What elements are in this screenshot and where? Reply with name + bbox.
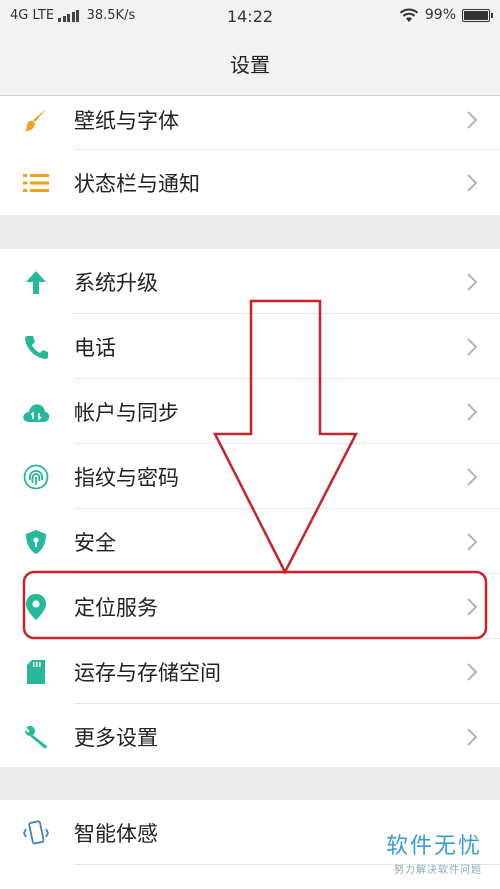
settings-item-label: 壁纸与字体 (74, 108, 179, 133)
status-bar: 4G LTE 38.5K/s 14:22 99% (0, 0, 500, 34)
arrow-up-icon (22, 268, 50, 296)
settings-item-label: 指纹与密码 (74, 465, 179, 490)
watermark-title: 软件无忧 (385, 834, 482, 859)
battery-icon (462, 8, 493, 22)
settings-group-display: 壁纸与字体 状态栏与通知 (0, 96, 500, 215)
settings-item-label: 运存与存储空间 (74, 660, 221, 685)
chevron-right-icon (467, 597, 478, 616)
chevron-right-icon (467, 532, 478, 551)
settings-item-statusbar-notification[interactable]: 状态栏与通知 (0, 150, 500, 215)
settings-item-label: 帐户与同步 (74, 400, 179, 425)
settings-item-label: 定位服务 (74, 595, 158, 620)
chevron-right-icon (467, 727, 478, 746)
chevron-right-icon (467, 467, 478, 486)
settings-item-label: 智能体感 (74, 821, 158, 846)
settings-item-location-service[interactable]: 定位服务 (0, 574, 500, 639)
chevron-right-icon (467, 402, 478, 421)
cloud-sync-icon (22, 398, 50, 426)
chevron-right-icon (467, 173, 478, 192)
chevron-right-icon (467, 662, 478, 681)
battery-percent: 99% (424, 7, 456, 23)
location-pin-icon (22, 593, 50, 621)
phone-icon (22, 333, 50, 361)
status-right: 99% (399, 7, 493, 23)
settings-item-security[interactable]: 安全 (0, 509, 500, 574)
settings-item-label: 更多设置 (74, 725, 158, 750)
page-title: 设置 (230, 53, 270, 77)
settings-item-more-settings[interactable]: 更多设置 (0, 704, 500, 769)
settings-item-label: 状态栏与通知 (74, 171, 200, 196)
settings-item-label: 系统升级 (74, 270, 158, 295)
settings-item-system-update[interactable]: 系统升级 (0, 249, 500, 314)
fingerprint-icon (22, 463, 50, 491)
watermark-subtitle: 努力解决软件问题 (394, 865, 482, 876)
shield-icon (22, 528, 50, 556)
settings-item-account-sync[interactable]: 帐户与同步 (0, 379, 500, 444)
title-bar: 设置 (0, 34, 500, 96)
settings-group-system: 系统升级 电话 帐户与同步 指纹与密码 安全 定位服务 运存与存储空间 更多设置 (0, 249, 500, 767)
wifi-icon (399, 8, 419, 22)
watermark: 软件无忧 努力解决软件问题 (386, 828, 482, 876)
list-lines-icon (22, 169, 50, 197)
settings-item-fingerprint-password[interactable]: 指纹与密码 (0, 444, 500, 509)
chevron-right-icon (467, 111, 478, 129)
settings-item-phone[interactable]: 电话 (0, 314, 500, 379)
sd-card-icon (22, 658, 50, 686)
partial-icon (22, 877, 50, 889)
chevron-right-icon (467, 272, 478, 291)
wrench-icon (22, 723, 50, 751)
settings-item-label: 安全 (74, 530, 116, 555)
settings-item-memory-storage[interactable]: 运存与存储空间 (0, 639, 500, 704)
settings-item-wallpaper-font[interactable]: 壁纸与字体 (0, 96, 500, 150)
settings-item-label: 电话 (74, 335, 116, 360)
paintbrush-icon (22, 106, 50, 134)
phone-motion-icon (22, 819, 50, 847)
chevron-right-icon (467, 337, 478, 356)
